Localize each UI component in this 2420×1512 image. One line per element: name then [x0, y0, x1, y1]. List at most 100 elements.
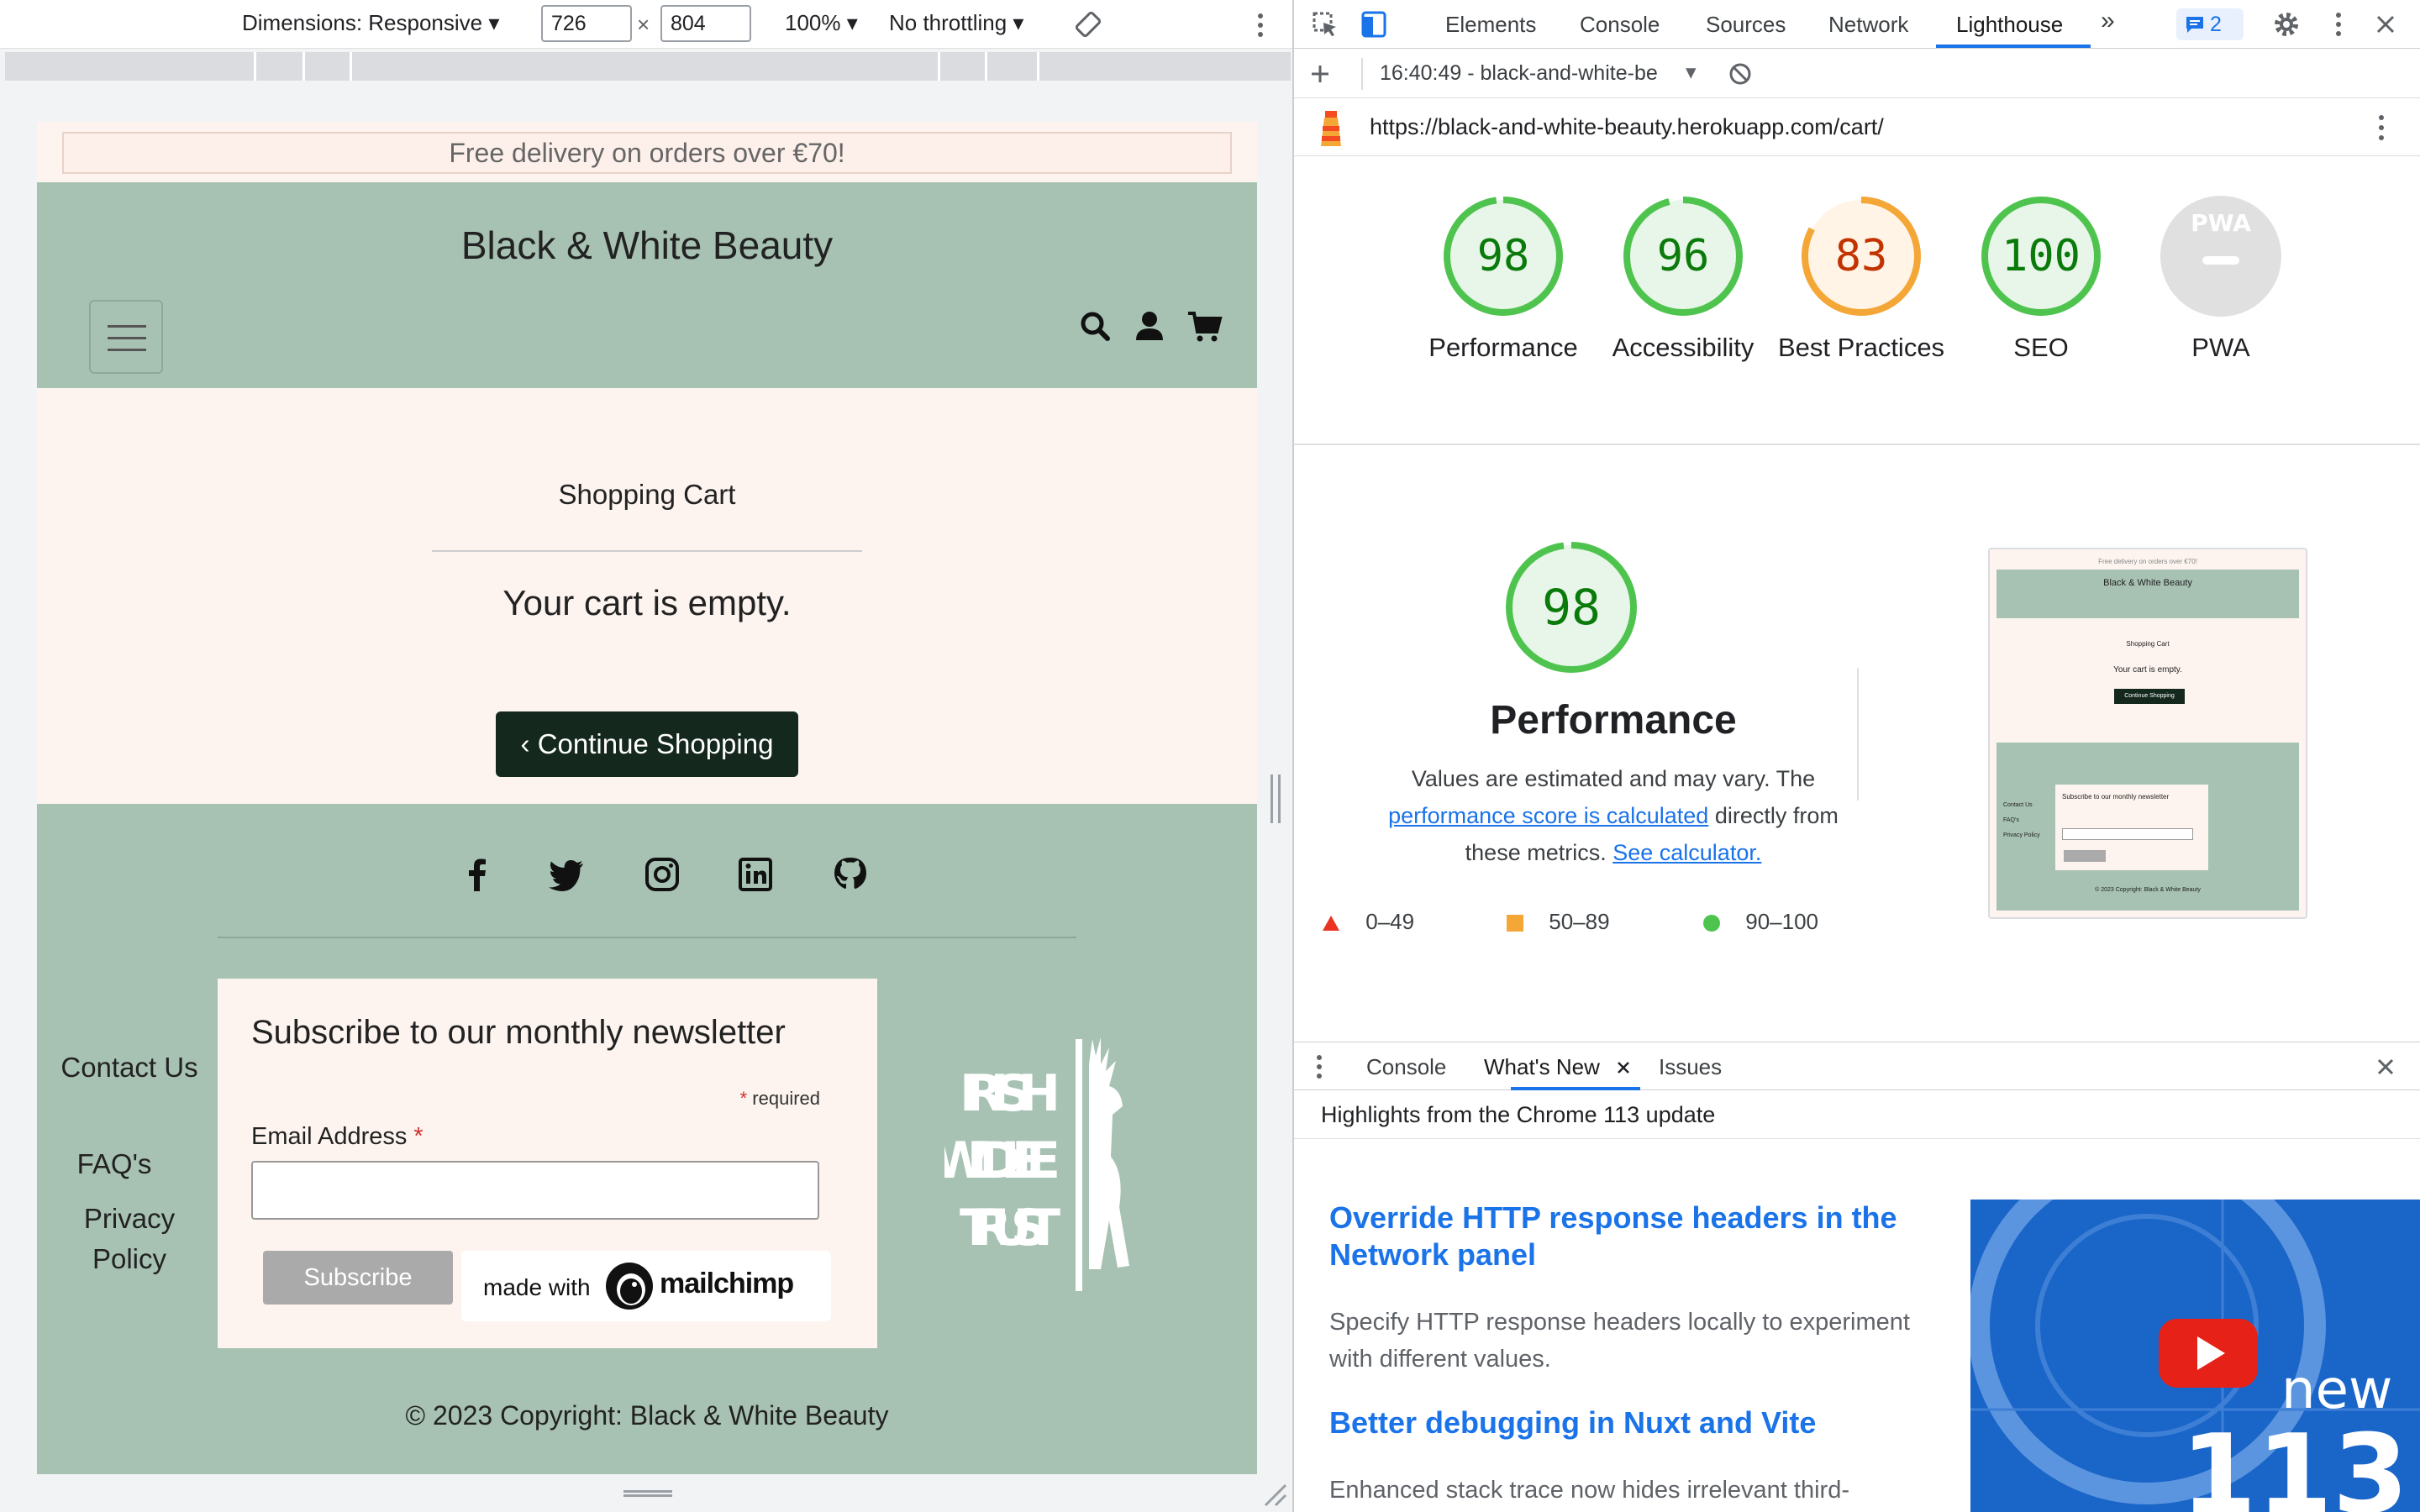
- linkedin-icon[interactable]: [735, 854, 776, 895]
- resize-handle-bottom[interactable]: [623, 1490, 672, 1497]
- devtools-drawer: Console What's New Issues Highlights fro…: [1294, 1042, 2420, 1512]
- label-pwa: PWA: [2191, 333, 2250, 362]
- whats-new-item-title[interactable]: Better debugging in Nuxt and Vite: [1329, 1404, 1934, 1441]
- footer-link-faqs[interactable]: FAQ's: [54, 1144, 175, 1184]
- scores-divider: [1294, 444, 2420, 445]
- continue-shopping-button[interactable]: ‹ Continue Shopping: [496, 711, 798, 777]
- pwa-badge-text: PWA: [2191, 209, 2251, 237]
- settings-gear-icon[interactable]: [2272, 10, 2301, 39]
- issues-badge[interactable]: 2: [2176, 8, 2244, 40]
- resize-corner-icon[interactable]: [1262, 1482, 1287, 1507]
- whats-new-item-desc: Specify HTTP response headers locally to…: [1329, 1309, 1910, 1373]
- report-menu-icon[interactable]: [2373, 113, 2390, 143]
- tab-elements[interactable]: Elements: [1445, 12, 1536, 38]
- report-dropdown-arrow[interactable]: ▾: [1686, 60, 1697, 85]
- dimensions-dropdown[interactable]: Dimensions: Responsive ▾: [242, 10, 499, 36]
- cart-icon[interactable]: [1185, 307, 1225, 347]
- audited-url[interactable]: https://black-and-white-beauty.herokuapp…: [1370, 114, 1884, 140]
- more-tabs-button[interactable]: »: [2101, 7, 2115, 35]
- cart-empty-message: Your cart is empty.: [502, 583, 792, 622]
- lighthouse-toolbar: 16:40:49 - black-and-white-be ▾: [1294, 50, 2420, 98]
- label-best-practices: Best Practices: [1777, 333, 1945, 362]
- score-performance: 98: [1476, 231, 1530, 281]
- gauge-best-practices[interactable]: 83: [1798, 193, 1924, 319]
- media-query-bar[interactable]: [5, 52, 1291, 81]
- whats-new-video-thumbnail[interactable]: new 113: [1970, 1200, 2420, 1512]
- thumb-header: Black & White Beauty: [1996, 570, 2299, 618]
- rotate-icon[interactable]: [1074, 10, 1102, 39]
- gauge-pwa[interactable]: PWA: [2158, 193, 2284, 319]
- gauge-performance-large: 98: [1504, 540, 1639, 675]
- footer-link-privacy[interactable]: Privacy Policy: [54, 1199, 205, 1279]
- facebook-icon[interactable]: [457, 854, 497, 895]
- thumb-brand: Black & White Beauty: [2103, 578, 2192, 588]
- score-calculated-link[interactable]: performance score is calculated: [1388, 803, 1708, 828]
- customize-menu-icon[interactable]: [2324, 10, 2353, 39]
- clear-reports-icon[interactable]: [1728, 61, 1753, 87]
- close-tab-icon[interactable]: [1615, 1059, 1632, 1076]
- gauge-accessibility[interactable]: 96: [1620, 193, 1746, 319]
- gauge-performance[interactable]: 98: [1440, 193, 1566, 319]
- performance-description: Values are estimated and may vary. The p…: [1388, 766, 1839, 865]
- hamburger-menu-button[interactable]: [89, 300, 163, 374]
- thumb-cart-title: Shopping Cart: [2126, 640, 2170, 648]
- drawer-tabbar: Console What's New Issues: [1294, 1042, 2420, 1090]
- tab-network[interactable]: Network: [1828, 12, 1908, 38]
- newsletter-form: Subscribe to our monthly newsletter * re…: [218, 979, 877, 1348]
- drawer-tab-console[interactable]: Console: [1366, 1054, 1446, 1080]
- site-header: Black & White Beauty: [37, 182, 1257, 388]
- tab-sources[interactable]: Sources: [1706, 12, 1786, 38]
- devtools-panel: Elements Console Sources Network Lightho…: [1292, 0, 2420, 1512]
- email-field[interactable]: [251, 1161, 819, 1220]
- user-icon[interactable]: [1129, 307, 1170, 347]
- footer-link-contact[interactable]: Contact Us: [54, 1047, 205, 1088]
- fail-triangle-icon: [1323, 916, 1339, 932]
- drawer-tab-whats-new[interactable]: What's New: [1484, 1054, 1600, 1080]
- delivery-banner: Free delivery on orders over €70!: [62, 132, 1232, 174]
- throttling-dropdown[interactable]: No throttling ▾: [889, 10, 1023, 36]
- instagram-icon[interactable]: [642, 854, 682, 895]
- inspect-element-icon[interactable]: [1311, 10, 1339, 39]
- gauge-seo[interactable]: 100: [1978, 193, 2104, 319]
- search-icon[interactable]: [1076, 307, 1116, 347]
- width-input[interactable]: 726: [541, 5, 632, 42]
- video-artwork: new 113: [1970, 1200, 2420, 1512]
- github-icon[interactable]: [830, 854, 871, 895]
- email-label: Email Address *: [251, 1123, 424, 1150]
- subscribe-button[interactable]: Subscribe: [263, 1251, 453, 1305]
- height-input[interactable]: 804: [660, 5, 751, 42]
- emulated-viewport: Free delivery on orders over €70! Black …: [37, 122, 1257, 1474]
- tab-console[interactable]: Console: [1580, 12, 1660, 38]
- mailchimp-badge[interactable]: made with mailchimp: [461, 1251, 831, 1321]
- kebab-menu-icon[interactable]: [1252, 12, 1269, 39]
- brand-title[interactable]: Black & White Beauty: [37, 223, 1257, 268]
- tab-lighthouse[interactable]: Lighthouse: [1956, 12, 2063, 38]
- footer-divider: [218, 937, 1076, 938]
- thumb-banner: Free delivery on orders over €70!: [2098, 558, 2197, 565]
- copyright: © 2023 Copyright: Black & White Beauty: [405, 1400, 889, 1431]
- pass-circle-icon: [1703, 915, 1720, 932]
- irish-wildlife-trust-logo[interactable]: IRISH WILDLIFE TRUST: [944, 1031, 1230, 1291]
- close-devtools-icon[interactable]: [2371, 10, 2400, 39]
- zoom-dropdown[interactable]: 100% ▾: [785, 10, 858, 36]
- drawer-tab-issues[interactable]: Issues: [1659, 1054, 1722, 1080]
- svg-text:WILDLIFE: WILDLIFE: [944, 1131, 1060, 1190]
- thumb-links: Contact Us FAQ's Privacy Policy: [2003, 802, 2040, 838]
- required-note: * required: [739, 1088, 820, 1109]
- chevron-left-icon: ‹: [520, 728, 530, 759]
- label-seo: SEO: [2013, 333, 2069, 362]
- whats-new-item-title[interactable]: Override HTTP response headers in the Ne…: [1329, 1200, 1934, 1273]
- new-report-icon[interactable]: [1309, 63, 1331, 85]
- label-performance: Performance: [1428, 333, 1578, 362]
- close-drawer-icon[interactable]: [2375, 1056, 2396, 1078]
- see-calculator-link[interactable]: See calculator.: [1612, 840, 1761, 865]
- device-toolbar-toggle-icon[interactable]: [1360, 10, 1388, 39]
- resize-handle-right[interactable]: [1270, 774, 1281, 823]
- final-screenshot-thumbnail[interactable]: Free delivery on orders over €70! Black …: [1988, 548, 2307, 919]
- report-selector[interactable]: 16:40:49 - black-and-white-be: [1380, 61, 1716, 86]
- thumb-continue-button: Continue Shopping: [2114, 689, 2185, 704]
- mailchimp-logo-icon: [606, 1263, 653, 1310]
- performance-title: Performance: [1490, 698, 1737, 743]
- twitter-icon[interactable]: [546, 854, 587, 895]
- drawer-menu-icon[interactable]: [1314, 1054, 1324, 1079]
